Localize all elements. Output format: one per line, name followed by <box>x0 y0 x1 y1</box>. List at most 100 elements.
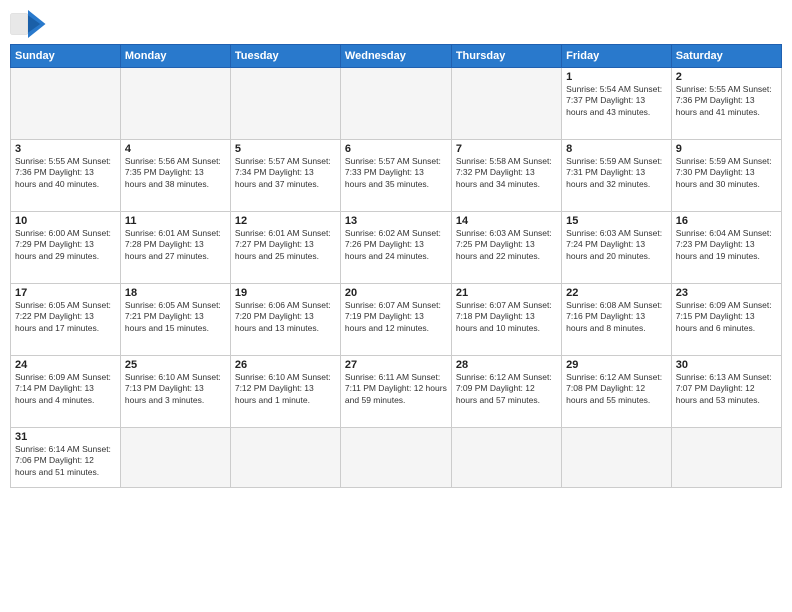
calendar-cell <box>230 68 340 140</box>
calendar-cell: 21Sunrise: 6:07 AM Sunset: 7:18 PM Dayli… <box>451 284 561 356</box>
logo-icon <box>10 10 46 38</box>
day-info: Sunrise: 6:02 AM Sunset: 7:26 PM Dayligh… <box>345 228 447 262</box>
day-info: Sunrise: 6:12 AM Sunset: 7:09 PM Dayligh… <box>456 372 557 406</box>
logo <box>10 10 50 38</box>
day-number: 21 <box>456 287 557 299</box>
day-number: 10 <box>15 215 116 227</box>
day-number: 19 <box>235 287 336 299</box>
calendar-cell: 17Sunrise: 6:05 AM Sunset: 7:22 PM Dayli… <box>11 284 121 356</box>
day-number: 23 <box>676 287 777 299</box>
day-info: Sunrise: 6:14 AM Sunset: 7:06 PM Dayligh… <box>15 444 116 478</box>
weekday-header-wednesday: Wednesday <box>340 45 451 68</box>
calendar-cell: 2Sunrise: 5:55 AM Sunset: 7:36 PM Daylig… <box>671 68 781 140</box>
calendar-cell: 26Sunrise: 6:10 AM Sunset: 7:12 PM Dayli… <box>230 356 340 428</box>
day-info: Sunrise: 6:09 AM Sunset: 7:14 PM Dayligh… <box>15 372 116 406</box>
day-number: 13 <box>345 215 447 227</box>
day-info: Sunrise: 6:10 AM Sunset: 7:12 PM Dayligh… <box>235 372 336 406</box>
calendar-cell: 16Sunrise: 6:04 AM Sunset: 7:23 PM Dayli… <box>671 212 781 284</box>
calendar-cell: 22Sunrise: 6:08 AM Sunset: 7:16 PM Dayli… <box>562 284 672 356</box>
day-info: Sunrise: 6:04 AM Sunset: 7:23 PM Dayligh… <box>676 228 777 262</box>
day-number: 2 <box>676 71 777 83</box>
calendar-cell: 20Sunrise: 6:07 AM Sunset: 7:19 PM Dayli… <box>340 284 451 356</box>
weekday-header-tuesday: Tuesday <box>230 45 340 68</box>
day-number: 15 <box>566 215 667 227</box>
day-info: Sunrise: 6:03 AM Sunset: 7:25 PM Dayligh… <box>456 228 557 262</box>
calendar-cell: 10Sunrise: 6:00 AM Sunset: 7:29 PM Dayli… <box>11 212 121 284</box>
day-info: Sunrise: 6:07 AM Sunset: 7:18 PM Dayligh… <box>456 300 557 334</box>
calendar-cell: 6Sunrise: 5:57 AM Sunset: 7:33 PM Daylig… <box>340 140 451 212</box>
calendar-cell: 1Sunrise: 5:54 AM Sunset: 7:37 PM Daylig… <box>562 68 672 140</box>
day-info: Sunrise: 6:06 AM Sunset: 7:20 PM Dayligh… <box>235 300 336 334</box>
calendar-cell: 9Sunrise: 5:59 AM Sunset: 7:30 PM Daylig… <box>671 140 781 212</box>
day-info: Sunrise: 6:05 AM Sunset: 7:21 PM Dayligh… <box>125 300 226 334</box>
calendar-cell <box>451 68 561 140</box>
day-info: Sunrise: 5:58 AM Sunset: 7:32 PM Dayligh… <box>456 156 557 190</box>
day-number: 11 <box>125 215 226 227</box>
day-info: Sunrise: 5:59 AM Sunset: 7:30 PM Dayligh… <box>676 156 777 190</box>
weekday-header-thursday: Thursday <box>451 45 561 68</box>
calendar-cell: 27Sunrise: 6:11 AM Sunset: 7:11 PM Dayli… <box>340 356 451 428</box>
day-number: 9 <box>676 143 777 155</box>
day-number: 8 <box>566 143 667 155</box>
day-number: 12 <box>235 215 336 227</box>
day-info: Sunrise: 6:03 AM Sunset: 7:24 PM Dayligh… <box>566 228 667 262</box>
calendar-cell: 31Sunrise: 6:14 AM Sunset: 7:06 PM Dayli… <box>11 428 121 488</box>
day-info: Sunrise: 6:13 AM Sunset: 7:07 PM Dayligh… <box>676 372 777 406</box>
calendar-cell: 30Sunrise: 6:13 AM Sunset: 7:07 PM Dayli… <box>671 356 781 428</box>
day-number: 22 <box>566 287 667 299</box>
calendar-cell: 4Sunrise: 5:56 AM Sunset: 7:35 PM Daylig… <box>120 140 230 212</box>
day-number: 24 <box>15 359 116 371</box>
calendar-cell: 19Sunrise: 6:06 AM Sunset: 7:20 PM Dayli… <box>230 284 340 356</box>
calendar-cell <box>120 68 230 140</box>
day-info: Sunrise: 5:57 AM Sunset: 7:34 PM Dayligh… <box>235 156 336 190</box>
day-info: Sunrise: 5:55 AM Sunset: 7:36 PM Dayligh… <box>15 156 116 190</box>
day-number: 16 <box>676 215 777 227</box>
day-info: Sunrise: 6:10 AM Sunset: 7:13 PM Dayligh… <box>125 372 226 406</box>
day-number: 28 <box>456 359 557 371</box>
day-number: 29 <box>566 359 667 371</box>
calendar-cell: 18Sunrise: 6:05 AM Sunset: 7:21 PM Dayli… <box>120 284 230 356</box>
day-number: 7 <box>456 143 557 155</box>
weekday-header-saturday: Saturday <box>671 45 781 68</box>
calendar-cell <box>340 428 451 488</box>
day-info: Sunrise: 5:56 AM Sunset: 7:35 PM Dayligh… <box>125 156 226 190</box>
day-info: Sunrise: 6:05 AM Sunset: 7:22 PM Dayligh… <box>15 300 116 334</box>
calendar-cell <box>340 68 451 140</box>
day-info: Sunrise: 6:08 AM Sunset: 7:16 PM Dayligh… <box>566 300 667 334</box>
calendar-cell: 7Sunrise: 5:58 AM Sunset: 7:32 PM Daylig… <box>451 140 561 212</box>
calendar-cell: 28Sunrise: 6:12 AM Sunset: 7:09 PM Dayli… <box>451 356 561 428</box>
day-info: Sunrise: 6:09 AM Sunset: 7:15 PM Dayligh… <box>676 300 777 334</box>
day-number: 5 <box>235 143 336 155</box>
day-number: 26 <box>235 359 336 371</box>
day-number: 4 <box>125 143 226 155</box>
day-number: 20 <box>345 287 447 299</box>
day-number: 3 <box>15 143 116 155</box>
calendar-cell <box>11 68 121 140</box>
day-number: 31 <box>15 431 116 443</box>
day-number: 25 <box>125 359 226 371</box>
day-number: 18 <box>125 287 226 299</box>
calendar-cell <box>230 428 340 488</box>
calendar-cell: 29Sunrise: 6:12 AM Sunset: 7:08 PM Dayli… <box>562 356 672 428</box>
calendar-cell: 5Sunrise: 5:57 AM Sunset: 7:34 PM Daylig… <box>230 140 340 212</box>
day-number: 30 <box>676 359 777 371</box>
calendar-cell <box>562 428 672 488</box>
calendar-cell: 15Sunrise: 6:03 AM Sunset: 7:24 PM Dayli… <box>562 212 672 284</box>
weekday-header-friday: Friday <box>562 45 672 68</box>
calendar-cell: 23Sunrise: 6:09 AM Sunset: 7:15 PM Dayli… <box>671 284 781 356</box>
calendar-cell: 25Sunrise: 6:10 AM Sunset: 7:13 PM Dayli… <box>120 356 230 428</box>
calendar-cell: 12Sunrise: 6:01 AM Sunset: 7:27 PM Dayli… <box>230 212 340 284</box>
day-info: Sunrise: 5:54 AM Sunset: 7:37 PM Dayligh… <box>566 84 667 118</box>
day-info: Sunrise: 5:59 AM Sunset: 7:31 PM Dayligh… <box>566 156 667 190</box>
day-info: Sunrise: 6:12 AM Sunset: 7:08 PM Dayligh… <box>566 372 667 406</box>
calendar-cell: 14Sunrise: 6:03 AM Sunset: 7:25 PM Dayli… <box>451 212 561 284</box>
calendar-cell: 24Sunrise: 6:09 AM Sunset: 7:14 PM Dayli… <box>11 356 121 428</box>
day-info: Sunrise: 5:55 AM Sunset: 7:36 PM Dayligh… <box>676 84 777 118</box>
day-info: Sunrise: 6:07 AM Sunset: 7:19 PM Dayligh… <box>345 300 447 334</box>
weekday-header-sunday: Sunday <box>11 45 121 68</box>
calendar-cell: 8Sunrise: 5:59 AM Sunset: 7:31 PM Daylig… <box>562 140 672 212</box>
day-info: Sunrise: 6:11 AM Sunset: 7:11 PM Dayligh… <box>345 372 447 406</box>
calendar-cell <box>451 428 561 488</box>
weekday-header-monday: Monday <box>120 45 230 68</box>
calendar-cell: 11Sunrise: 6:01 AM Sunset: 7:28 PM Dayli… <box>120 212 230 284</box>
